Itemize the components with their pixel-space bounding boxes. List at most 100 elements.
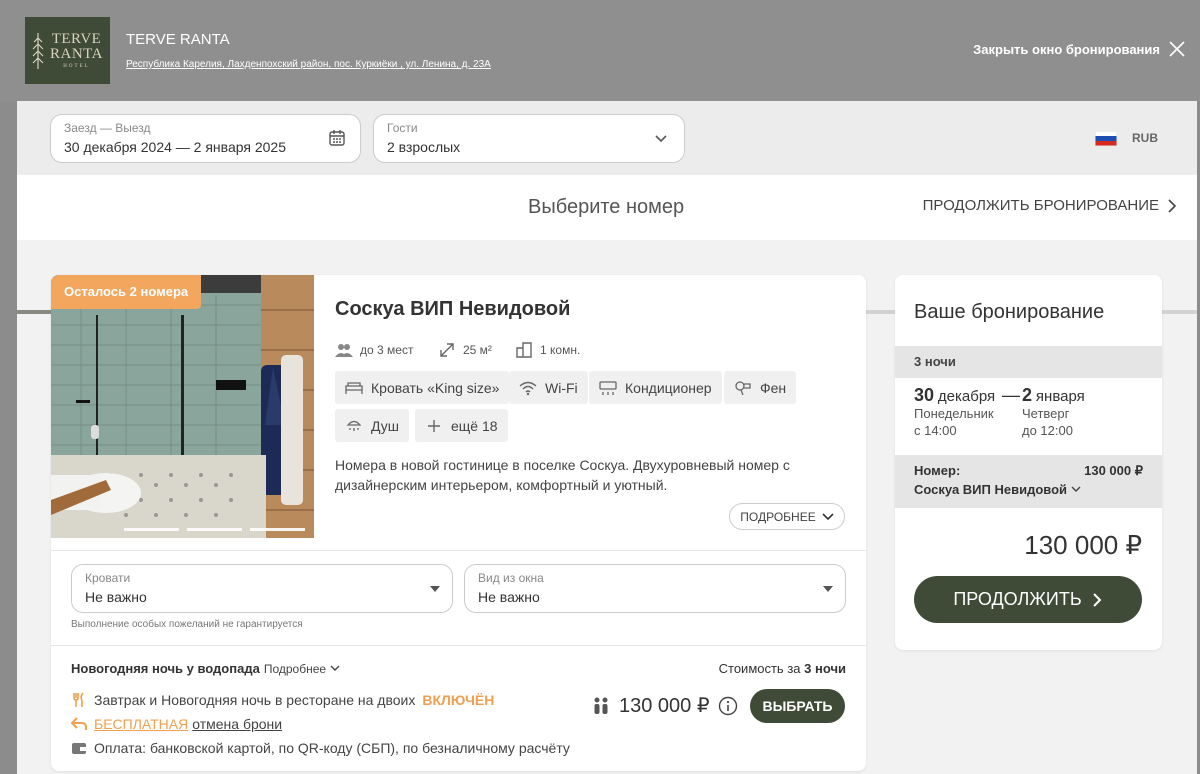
rate-price-value: 130 000 ₽: [619, 695, 710, 717]
amenity-label: Кровать «King size»: [371, 379, 500, 396]
amenity-air-conditioner: Кондиционер: [589, 371, 722, 404]
logo-text-line2: RANTA: [50, 46, 103, 62]
hotel-address-link[interactable]: Республика Карелия, Лахденпохский район,…: [126, 59, 491, 70]
beds-select-value: Не важно: [85, 589, 147, 605]
window-view-select[interactable]: Вид из окна Не важно: [464, 564, 846, 613]
details-button-label: ПОДРОБНЕЕ: [740, 509, 816, 524]
feature-breakfast: Завтрак и Новогодняя ночь в ресторане на…: [71, 692, 494, 708]
amenity-label: ещё 18: [451, 417, 498, 434]
amenity-wifi: Wi-Fi: [509, 371, 588, 404]
checkin-weekday: Понедельник: [914, 406, 994, 421]
room-photo[interactable]: Осталось 2 номера: [51, 275, 314, 538]
summary-room-name: Соскуа ВИП Невидовой: [914, 482, 1068, 497]
cost-label: Стоимость за: [718, 661, 801, 676]
chevron-right-icon: [1168, 198, 1177, 213]
continue-button-label: ПРОДОЛЖИТЬ: [953, 589, 1082, 609]
chevron-down-icon: [1071, 486, 1081, 492]
feature-breakfast-text: Завтрак и Новогодняя ночь в ресторане на…: [94, 692, 416, 708]
caret-down-icon: [823, 586, 833, 592]
logo-text-line1: TERVE: [51, 31, 102, 47]
amenity-more-button[interactable]: ещё 18: [415, 409, 508, 442]
free-tag[interactable]: БЕСПЛАТНАЯ: [94, 716, 188, 732]
beds-select[interactable]: Кровати Не важно: [71, 564, 453, 613]
hotel-name: TERVE RANTA: [126, 31, 230, 48]
room-card: Осталось 2 номера Соскуа ВИП Невидовой д…: [51, 275, 866, 771]
continue-booking-label: ПРОДОЛЖИТЬ БРОНИРОВАНИЕ: [922, 197, 1159, 214]
checkout-time: до 12:00: [1022, 423, 1073, 438]
included-tag: ВКЛЮЧЁН: [422, 692, 495, 708]
summary-title: Ваше бронирование: [914, 301, 1105, 323]
feature-payment-text: Оплата: банковской картой, по QR-коду (С…: [94, 740, 570, 756]
summary-room: Номер: 130 000 ₽ Соскуа ВИП Невидовой: [895, 455, 1162, 508]
room-area: 25 м²: [438, 341, 492, 359]
step-bar: Выберите номер ПРОДОЛЖИТЬ БРОНИРОВАНИЕ: [17, 175, 1197, 314]
summary-room-price: 130 000 ₽: [1084, 463, 1143, 478]
close-booking-button[interactable]: Закрыть окно бронирования: [973, 40, 1186, 58]
summary-room-toggle[interactable]: Соскуа ВИП Невидовой: [914, 482, 1143, 497]
calendar-icon: [329, 130, 345, 146]
hotel-logo: TERVE RANTA HOTEL: [25, 17, 110, 84]
rate-plan-header[interactable]: Новогодняя ночь у водопада Подробнее: [71, 661, 340, 676]
currency-selector[interactable]: RUB: [1132, 131, 1158, 145]
window-view-value: Не важно: [478, 589, 540, 605]
hotel-header: TERVE RANTA HOTEL TERVE RANTA Республика…: [0, 0, 1200, 101]
guests-value: 2 взрослых: [387, 139, 461, 155]
cost-for-nights: Стоимость за 3 ночи: [719, 661, 846, 676]
rate-details-link[interactable]: Подробнее: [264, 662, 326, 676]
close-booking-label: Закрыть окно бронирования: [973, 41, 1160, 57]
guests-label: Гости: [387, 121, 418, 135]
wifi-icon: [519, 381, 537, 395]
two-guests-icon: [594, 697, 608, 714]
tree-icon: [32, 32, 44, 69]
checkin-month: декабря: [937, 388, 996, 405]
dates-field[interactable]: Заезд — Выезд 30 декабря 2024 — 2 января…: [50, 114, 361, 163]
room-description: Номера в новой гостинице в поселке Соску…: [335, 457, 790, 493]
room-capacity-value: до 3 мест: [360, 343, 414, 357]
wallet-icon: [72, 743, 86, 754]
cancellation-text[interactable]: отмена брони: [192, 716, 282, 732]
rate-price: 130 000 ₽: [591, 693, 738, 718]
checkin-date: 30 декабря Понедельник с 14:00: [914, 386, 996, 439]
room-capacity: до 3 мест: [335, 341, 413, 359]
rate-plan-name: Новогодняя ночь у водопада: [71, 661, 260, 676]
caret-down-icon: [430, 586, 440, 592]
window-view-label: Вид из окна: [478, 571, 544, 585]
booking-modal: Заезд — Выезд 30 декабря 2024 — 2 января…: [17, 101, 1197, 774]
return-arrow-icon: [71, 717, 87, 730]
cost-nights: 3 ночи: [804, 661, 846, 676]
chevron-down-icon: [655, 135, 667, 143]
select-rate-button[interactable]: ВЫБРАТЬ: [750, 689, 845, 723]
fork-knife-icon: [73, 692, 84, 707]
amenity-hair-dryer: Фен: [724, 371, 797, 404]
checkout-month: января: [1035, 388, 1085, 405]
checkout-day: 2: [1022, 385, 1033, 405]
beds-select-label: Кровати: [85, 571, 131, 585]
chevron-right-icon: [1092, 592, 1102, 607]
feature-free-cancellation: БЕСПЛАТНАЯ отмена брони: [71, 716, 282, 732]
dates-value: 30 декабря 2024 — 2 января 2025: [64, 139, 286, 155]
bed-icon: [345, 381, 363, 394]
amenity-king-bed: Кровать «King size»: [335, 371, 510, 404]
info-icon[interactable]: [718, 696, 738, 716]
divider: [51, 550, 866, 551]
checkout-weekday: Четверг: [1022, 406, 1070, 421]
summary-total: 130 000 ₽: [1024, 530, 1142, 560]
checkin-time: с 14:00: [914, 423, 957, 438]
continue-button[interactable]: ПРОДОЛЖИТЬ: [914, 576, 1142, 623]
amenity-label: Кондиционер: [625, 379, 712, 396]
resize-arrows-icon: [440, 343, 454, 357]
details-button[interactable]: ПОДРОБНЕЕ: [729, 503, 845, 530]
room-count: 1 комн.: [515, 341, 580, 359]
shower-icon: [346, 420, 362, 431]
nights-count: 3 ночи: [895, 346, 1162, 378]
continue-booking-link[interactable]: ПРОДОЛЖИТЬ БРОНИРОВАНИЕ: [923, 197, 1177, 214]
amenity-label: Wi-Fi: [545, 379, 578, 396]
russia-flag-icon[interactable]: [1095, 131, 1117, 146]
photo-carousel-dots[interactable]: [124, 528, 305, 531]
amenity-label: Душ: [371, 417, 400, 434]
room-area-value: 25 м²: [463, 343, 492, 357]
room-photo-image: [51, 275, 314, 538]
guests-field[interactable]: Гости 2 взрослых: [373, 114, 685, 163]
room-title[interactable]: Соскуа ВИП Невидовой: [335, 298, 570, 321]
search-bar: Заезд — Выезд 30 декабря 2024 — 2 января…: [17, 101, 1197, 175]
